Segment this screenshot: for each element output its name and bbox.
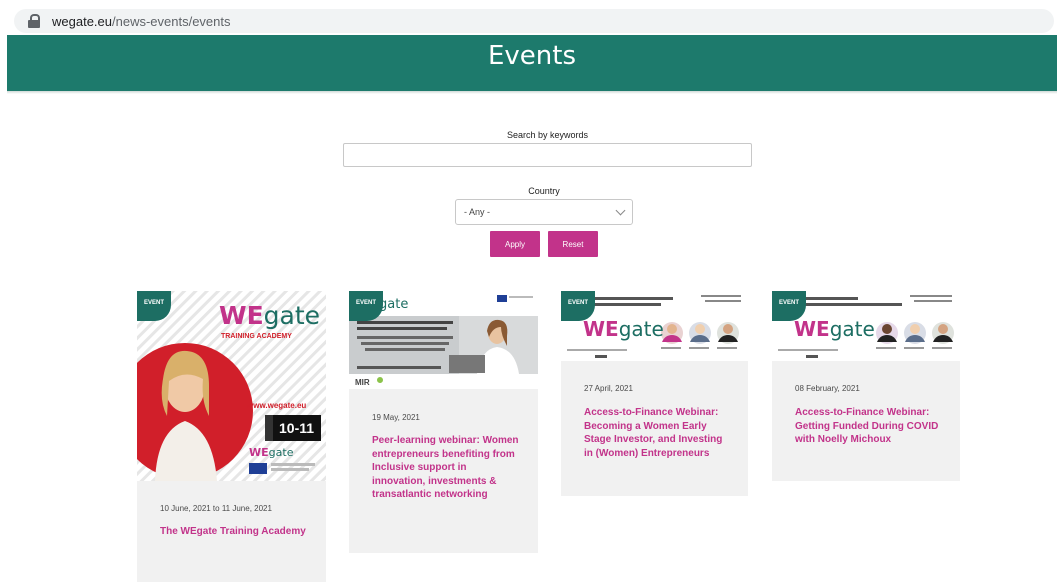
wegate-logo: WEgate — [583, 317, 664, 341]
hero-shadow — [7, 91, 1057, 94]
event-thumbnail[interactable]: WEgate TRAINING ACADEMY www.wegate.eu 10… — [137, 291, 326, 481]
event-card[interactable]: MIR gate EVENT 19 May, 2021 Peer-learnin… — [349, 291, 538, 553]
event-thumbnail[interactable]: WEgate EVENT — [772, 291, 960, 361]
wegate-logo: WEgate — [219, 301, 321, 330]
event-date: 10 June, 2021 to 11 June, 2021 — [160, 504, 272, 513]
event-date: 08 February, 2021 — [795, 384, 860, 393]
event-card[interactable]: WEgate TRAINING ACADEMY www.wegate.eu 10… — [137, 291, 326, 582]
search-label: Search by keywords — [506, 130, 589, 140]
event-days: 10-11 — [279, 420, 315, 436]
event-thumbnail[interactable]: WEgate EVENT — [561, 291, 748, 361]
wegate-logo: WEgate — [794, 317, 875, 341]
event-card[interactable]: WEgate EVENT 08 February, 2021 Access-to… — [772, 291, 960, 481]
event-card[interactable]: WEgate EVENT 27 April, 2021 Access-to-Fi… — [561, 291, 748, 496]
wegate-logo: gate — [379, 297, 409, 312]
wegate-small-logo: WEgate — [249, 446, 294, 459]
apply-button[interactable]: Apply — [490, 231, 540, 257]
event-title[interactable]: The WEgate Training Academy — [160, 525, 310, 539]
country-label: Country — [528, 186, 560, 196]
event-title[interactable]: Access-to-Finance Webinar: Becoming a Wo… — [584, 406, 734, 460]
url-text: wegate.eu/news-events/events — [52, 13, 231, 29]
event-date: 19 May, 2021 — [372, 413, 420, 422]
brand-text: MIR — [355, 378, 370, 387]
address-bar[interactable]: wegate.eu/news-events/events — [14, 9, 1054, 33]
event-badge: EVENT — [772, 291, 806, 321]
chevron-down-icon — [615, 205, 626, 215]
event-date: 27 April, 2021 — [584, 384, 633, 393]
country-select[interactable]: - Any - — [455, 199, 633, 225]
search-input[interactable] — [343, 143, 752, 167]
event-badge: EVENT — [561, 291, 595, 321]
training-academy-subtitle: TRAINING ACADEMY — [221, 333, 292, 340]
hero-banner: Events — [7, 35, 1057, 91]
event-badge: EVENT — [349, 291, 383, 321]
reset-button[interactable]: Reset — [548, 231, 598, 257]
event-badge: EVENT — [137, 291, 171, 321]
lock-icon — [28, 14, 40, 28]
event-title[interactable]: Peer-learning webinar: Women entrepreneu… — [372, 434, 522, 502]
event-thumbnail[interactable]: MIR gate EVENT — [349, 291, 538, 389]
country-selected-value: - Any - — [464, 207, 491, 217]
site-url: www.wegate.eu — [247, 401, 307, 410]
event-title[interactable]: Access-to-Finance Webinar: Getting Funde… — [795, 406, 945, 447]
page-title: Events — [487, 41, 577, 71]
